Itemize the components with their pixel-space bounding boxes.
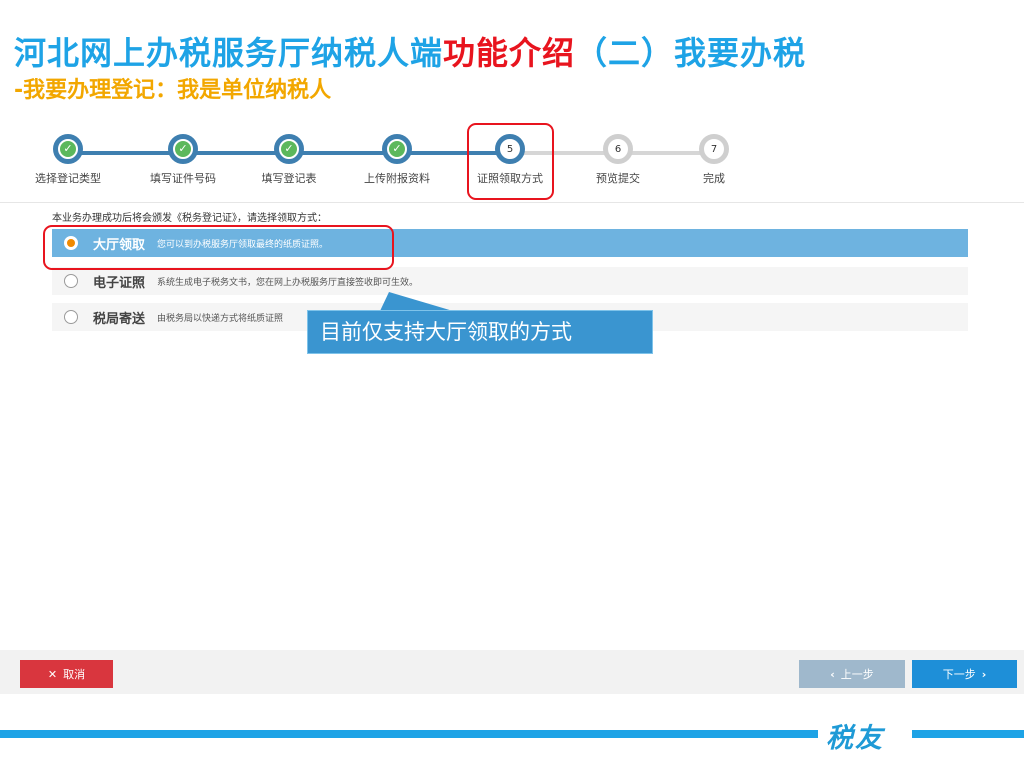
next-step-button[interactable]: 下一步 › <box>912 660 1017 688</box>
callout-pointer <box>380 292 453 311</box>
chevron-right-icon: › <box>981 667 987 681</box>
step-2-circle: ✓ <box>168 134 198 164</box>
check-icon: ✓ <box>281 141 297 157</box>
step-7-label: 完成 <box>703 172 725 185</box>
option-e-license[interactable]: 电子证照 系统生成电子税务文书，您在网上办税服务厅直接签收即可生效。 <box>52 267 968 295</box>
option-e-license-name: 电子证照 <box>93 275 146 291</box>
check-icon: ✓ <box>60 141 76 157</box>
step-7-circle: 7 <box>699 134 729 164</box>
option-mail-delivery-name: 税局寄送 <box>93 311 146 327</box>
slide-title-part1: 河北网上办税服务厅纳税人端 <box>14 34 444 72</box>
step-7: 7 完成 <box>664 134 764 186</box>
radio-mail-delivery[interactable] <box>64 310 78 324</box>
step-4-circle: ✓ <box>382 134 412 164</box>
cancel-button-label: 取消 <box>63 668 86 681</box>
check-icon: ✓ <box>389 141 405 157</box>
next-step-button-label: 下一步 <box>942 668 976 681</box>
chevron-left-icon: ‹ <box>830 667 835 681</box>
step-3: ✓ 填写登记表 <box>239 134 339 186</box>
step-1-circle: ✓ <box>53 134 83 164</box>
step-6: 6 预览提交 <box>568 134 668 186</box>
option-e-license-desc: 系统生成电子税务文书，您在网上办税服务厅直接签收即可生效。 <box>157 277 419 288</box>
step-wizard: ✓ 选择登记类型 ✓ 填写证件号码 ✓ 填写登记表 ✓ 上传附报资料 5 证照领… <box>0 130 760 190</box>
step-3-label: 填写登记表 <box>261 172 317 185</box>
step-6-circle: 6 <box>603 134 633 164</box>
slide-subtitle: -我要办理登记：我是单位纳税人 <box>14 78 332 103</box>
slide-title-part3: （二）我要办税 <box>575 34 807 72</box>
step-3-circle: ✓ <box>274 134 304 164</box>
option-mail-delivery-desc: 由税务局以快递方式将纸质证照 <box>157 313 284 324</box>
step-4-label: 上传附报资料 <box>364 172 430 185</box>
callout-note: 目前仅支持大厅领取的方式 <box>307 310 653 354</box>
brand-line-right <box>912 730 1024 738</box>
slide-title: 河北网上办税服务厅纳税人端功能介绍（二）我要办税 <box>14 28 806 74</box>
radio-e-license[interactable] <box>64 274 78 288</box>
cancel-button[interactable]: ✕ 取消 <box>20 660 113 688</box>
prev-step-button[interactable]: ‹ 上一步 <box>799 660 905 688</box>
step-1-label: 选择登记类型 <box>35 172 101 185</box>
slide-title-part2: 功能介绍 <box>443 34 576 72</box>
active-step-highlight <box>467 123 554 200</box>
step-4: ✓ 上传附报资料 <box>347 134 447 186</box>
step-2: ✓ 填写证件号码 <box>133 134 233 186</box>
check-icon: ✓ <box>175 141 191 157</box>
step-2-label: 填写证件号码 <box>150 172 216 185</box>
instruction-text: 本业务办理成功后将会颁发《税务登记证》，请选择领取方式： <box>52 213 327 224</box>
step-6-label: 预览提交 <box>596 172 640 185</box>
brand-logo: 税友 <box>826 723 884 754</box>
step-1: ✓ 选择登记类型 <box>18 134 118 186</box>
selected-option-highlight <box>43 225 394 270</box>
brand-line-left <box>0 730 818 738</box>
prev-step-button-label: 上一步 <box>840 668 874 681</box>
close-icon: ✕ <box>47 667 58 681</box>
